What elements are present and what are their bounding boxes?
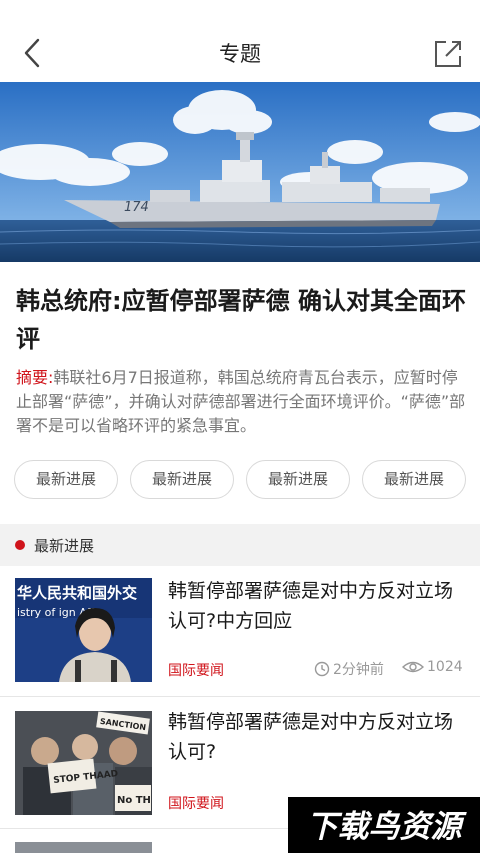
news-category[interactable]: 国际要闻	[168, 660, 224, 680]
thumb-sign-3: No TH	[117, 795, 151, 806]
clock-icon	[314, 661, 330, 677]
share-icon	[435, 41, 461, 67]
news-category[interactable]: 国际要闻	[168, 793, 224, 813]
news-thumbnail-partial	[15, 842, 152, 853]
news-time-text: 2分钟前	[333, 662, 384, 678]
thumb-banner-text: 华人民共和国外交	[17, 584, 137, 602]
chip-latest-3[interactable]: 最新进展	[246, 460, 350, 499]
article-headline: 韩总统府:应暂停部署萨德 确认对其全面环评	[16, 287, 466, 353]
ship-number: 174	[124, 200, 149, 215]
summary-label: 摘要:	[16, 368, 54, 387]
page-title: 专题	[219, 42, 261, 66]
chip-latest-2[interactable]: 最新进展	[130, 460, 234, 499]
news-thumbnail: STOP THAAD SANCTION No TH	[15, 711, 152, 815]
top-bar: 专题	[0, 0, 480, 82]
section-header: 最新进展	[0, 524, 480, 566]
summary-text: 韩联社6月7日报道称，韩国总统府青瓦台表示，应暂时停止部署“萨德”，并确认对萨德…	[16, 368, 466, 435]
progress-chips: 最新进展 最新进展 最新进展 最新进展	[14, 460, 466, 500]
news-item[interactable]: 华人民共和国外交 istry of ign Affa 韩暂停部署萨德是对中方反对…	[0, 566, 480, 696]
news-views-text: 1024	[427, 659, 463, 675]
eye-icon	[402, 661, 424, 673]
share-button[interactable]	[432, 38, 464, 70]
section-dot-icon	[15, 540, 25, 550]
news-title: 韩暂停部署萨德是对中方反对立场认可?	[168, 711, 454, 763]
section-title: 最新进展	[34, 537, 95, 555]
article-summary: 摘要:韩联社6月7日报道称，韩国总统府青瓦台表示，应暂时停止部署“萨德”，并确认…	[16, 366, 468, 438]
news-time: 2分钟前	[314, 659, 384, 679]
news-title: 韩暂停部署萨德是对中方反对立场认可?中方回应	[168, 580, 454, 632]
watermark-logo: 下载鸟资源	[288, 797, 480, 853]
watermark-text: 下载鸟资源	[307, 809, 468, 845]
news-thumbnail: 华人民共和国外交 istry of ign Affa	[15, 578, 152, 682]
news-views: 1024	[402, 659, 463, 675]
hero-image[interactable]: 174	[0, 82, 480, 262]
chip-latest-4[interactable]: 最新进展	[362, 460, 466, 499]
chip-latest-1[interactable]: 最新进展	[14, 460, 118, 499]
